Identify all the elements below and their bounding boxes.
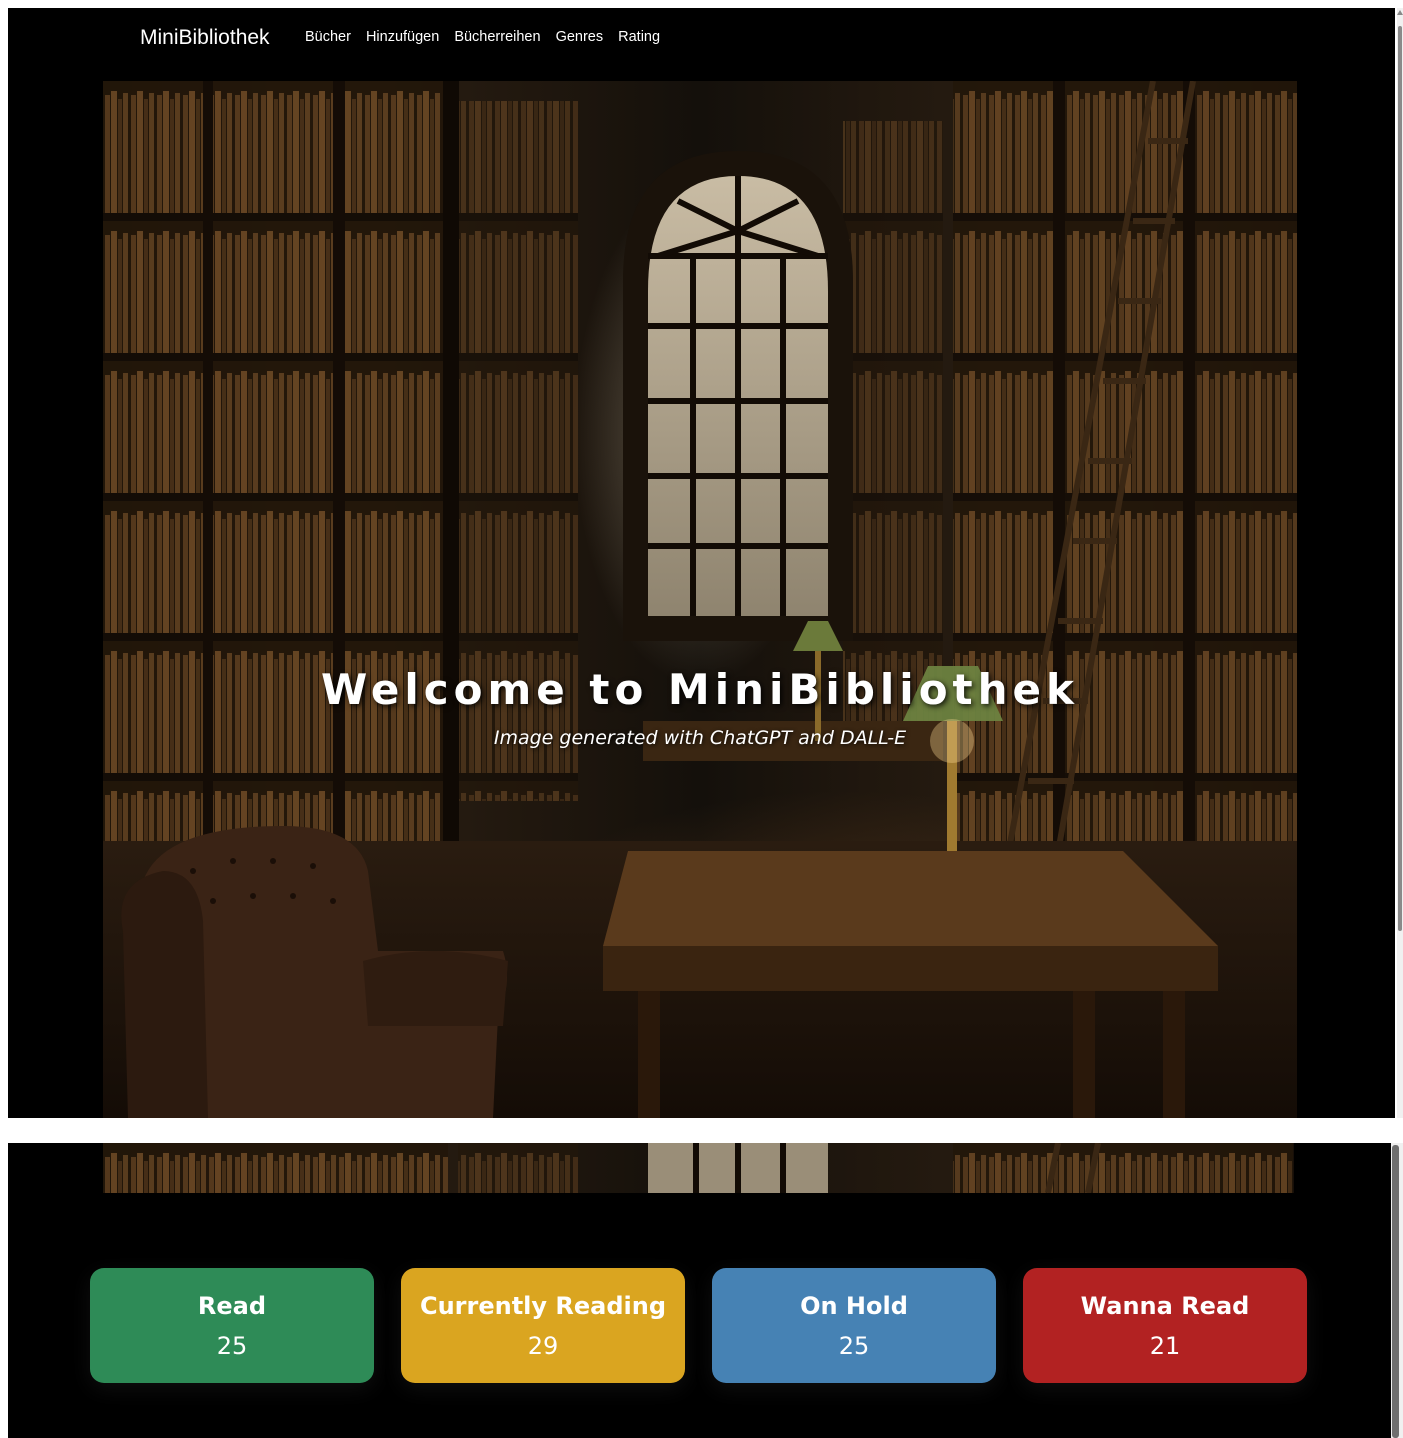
status-card-read[interactable]: Read 25	[90, 1268, 374, 1383]
nav-link-rating[interactable]: Rating	[618, 29, 660, 45]
nav-link-buecherreihen[interactable]: Bücherreihen	[454, 29, 540, 45]
status-card-label: Currently Reading	[419, 1291, 667, 1320]
scrollbar-bottom[interactable]	[1391, 1143, 1403, 1438]
status-card-count: 25	[838, 1331, 870, 1360]
library-illustration	[103, 81, 1297, 1118]
page-viewport-top: MiniBibliothek Bücher Hinzufügen Bücherr…	[8, 8, 1395, 1118]
status-card-label: Read	[197, 1291, 267, 1320]
status-card-label: On Hold	[800, 1291, 908, 1320]
hero-title: Welcome to MiniBibliothek	[321, 665, 1079, 714]
scrollbar-thumb-bottom[interactable]	[1392, 1145, 1399, 1438]
navbar: MiniBibliothek Bücher Hinzufügen Bücherr…	[8, 8, 1395, 72]
page-viewport-bottom: Read 25 Currently Reading 29 On Hold 25 …	[8, 1143, 1391, 1438]
hero-caption: Image generated with ChatGPT and DALL-E	[493, 727, 907, 749]
hero-image-bottom-strip	[103, 1143, 1294, 1193]
hero-image: Welcome to MiniBibliothek Image generate…	[103, 81, 1297, 1118]
status-card-count: 25	[216, 1331, 248, 1360]
status-card-wanna-read[interactable]: Wanna Read 21	[1023, 1268, 1307, 1383]
status-card-label: Wanna Read	[1080, 1291, 1250, 1320]
scrollbar-thumb[interactable]	[1398, 26, 1402, 931]
library-illustration-strip	[103, 1143, 1293, 1193]
status-card-count: 29	[527, 1331, 559, 1360]
scrollbar[interactable]	[1397, 8, 1403, 1118]
status-card-on-hold[interactable]: On Hold 25	[712, 1268, 996, 1383]
brand-link[interactable]: MiniBibliothek	[140, 26, 270, 50]
nav-link-hinzufuegen[interactable]: Hinzufügen	[366, 29, 439, 45]
nav-link-genres[interactable]: Genres	[556, 29, 604, 45]
status-card-currently-reading[interactable]: Currently Reading 29	[401, 1268, 685, 1383]
scroll-up-arrow-icon[interactable]	[1397, 10, 1403, 15]
status-card-count: 21	[1149, 1331, 1181, 1360]
nav-link-buecher[interactable]: Bücher	[305, 29, 351, 45]
nav-links: Bücher Hinzufügen Bücherreihen Genres Ra…	[305, 29, 660, 45]
status-cards: Read 25 Currently Reading 29 On Hold 25 …	[90, 1268, 1307, 1383]
